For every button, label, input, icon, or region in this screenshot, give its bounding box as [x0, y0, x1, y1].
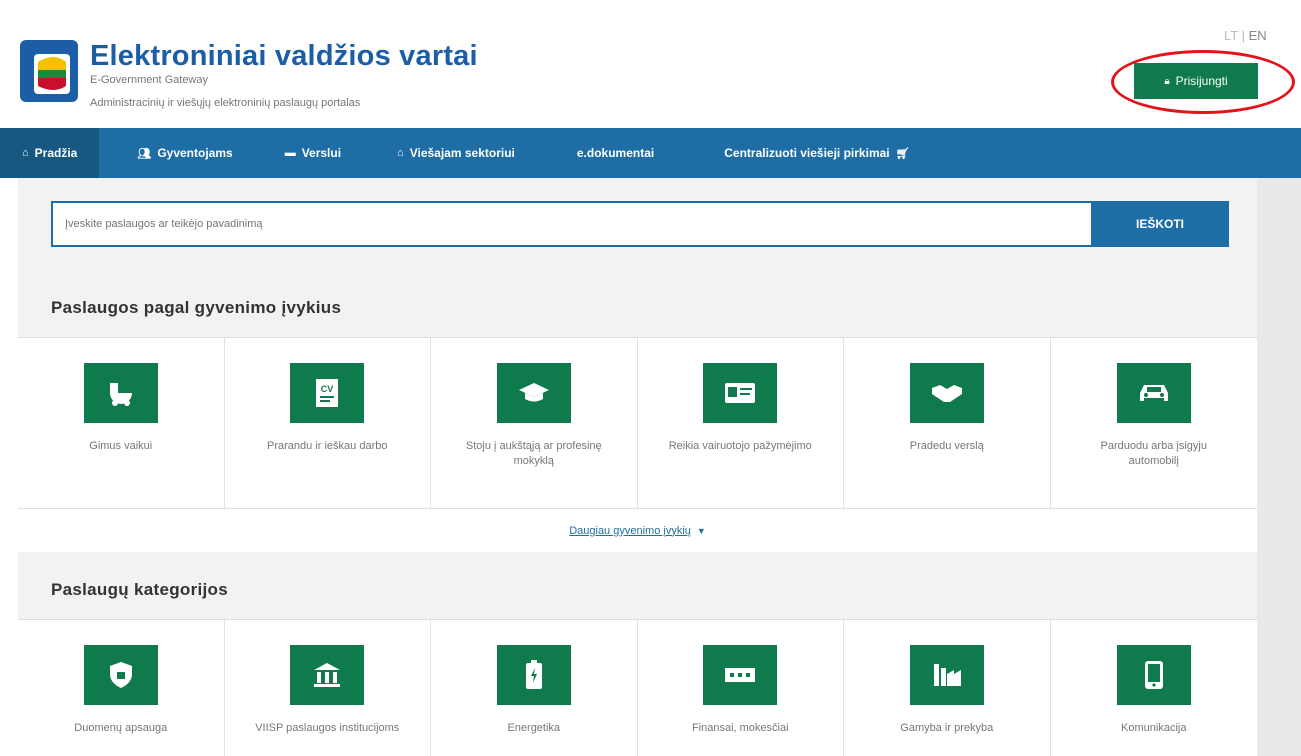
graduation-cap-icon: [496, 363, 571, 423]
more-life-events-link[interactable]: Daugiau gyvenimo įvykių: [569, 525, 691, 537]
shield-icon: [83, 645, 158, 705]
site-header: Elektroniniai valdžios vartai E-Governme…: [0, 0, 1301, 128]
handshake-icon: [909, 363, 984, 423]
life-event-tile[interactable]: Reikia vairuotojo pažymėjimo: [638, 338, 844, 508]
life-event-label: Parduodu arba įsigyju automobilį: [1100, 440, 1207, 467]
search-input[interactable]: [51, 201, 1091, 247]
life-events-title: Paslaugos pagal gyvenimo įvykius: [51, 298, 342, 317]
nav-item-home[interactable]: ⌂ Pradžia: [0, 128, 100, 178]
life-event-label: Stoju į aukštąją ar profesinę mokyklą: [465, 440, 602, 467]
nav-item-label: Verslui: [301, 146, 342, 160]
language-switcher: LT | EN: [1224, 28, 1267, 43]
login-button[interactable]: 🔒︎ Prisijungti: [1134, 63, 1258, 99]
nav-item-label: e.dokumentai: [576, 146, 655, 160]
svg-text:CV: CV: [321, 384, 334, 394]
site-subtitle: E-Government Gateway: [90, 74, 208, 86]
category-tile[interactable]: Gamyba ir prekyba: [844, 620, 1051, 756]
stroller-icon: [83, 363, 158, 423]
site-title[interactable]: Elektroniniai valdžios vartai: [90, 40, 478, 73]
nav-item-label: Pradžia: [34, 146, 78, 160]
battery-icon: [496, 645, 571, 705]
nav-item-label: Viešajam sektoriui: [409, 146, 515, 160]
money-icon: [703, 645, 778, 705]
search-button[interactable]: IEŠKOTI: [1091, 201, 1229, 247]
category-label: Energetika: [507, 722, 561, 734]
login-button-label: Prisijungti: [1175, 74, 1228, 88]
category-tile[interactable]: VIISP paslaugos institucijoms: [225, 620, 431, 756]
category-label: Duomenų apsauga: [74, 722, 168, 734]
category-label: VIISP paslaugos institucijoms: [255, 722, 400, 734]
nav-item-public-sector[interactable]: ⌂ Viešajam sektoriui: [363, 128, 537, 178]
category-label: Komunikacija: [1121, 722, 1187, 734]
categories-title: Paslaugų kategorijos: [51, 580, 228, 599]
life-event-label: Pradedu verslą: [909, 440, 984, 452]
more-life-events-row: Daugiau gyvenimo įvykių ▼: [18, 508, 1257, 552]
lang-lt-link[interactable]: LT: [1224, 28, 1238, 43]
chevron-down-icon[interactable]: ▼: [697, 526, 706, 536]
life-event-tile[interactable]: Stoju į aukštąją ar profesinę mokyklą: [431, 338, 638, 508]
cart-icon: 🛒︎: [895, 147, 910, 160]
home-icon: ⌂: [22, 147, 29, 159]
life-events-grid: Gimus vaikui CV Prarandu ir ieškau darbo…: [18, 337, 1257, 508]
lock-icon: 🔒︎: [1164, 75, 1170, 87]
people-icon: 👥︎: [137, 147, 152, 160]
nav-item-edocuments[interactable]: e.dokumentai: [537, 128, 676, 178]
search-bar: IEŠKOTI: [51, 201, 1229, 247]
category-tile[interactable]: Energetika: [431, 620, 638, 756]
nav-item-residents[interactable]: 👥︎ Gyventojams: [99, 128, 254, 178]
life-event-label: Reikia vairuotojo pažymėjimo: [668, 440, 812, 452]
life-event-label: Prarandu ir ieškau darbo: [267, 440, 388, 452]
car-icon: [1116, 363, 1191, 423]
life-event-tile[interactable]: Pradedu verslą: [844, 338, 1051, 508]
factory-icon: [909, 645, 984, 705]
main-content: IEŠKOTI Paslaugos pagal gyvenimo įvykius…: [18, 178, 1257, 756]
nav-item-label: Gyventojams: [157, 146, 233, 160]
life-event-tile[interactable]: Gimus vaikui: [18, 338, 225, 508]
phone-icon: [1116, 645, 1191, 705]
page-margin: [1257, 178, 1301, 756]
category-label: Gamyba ir prekyba: [900, 722, 994, 734]
nav-item-label: Centralizuoti viešieji pirkimai: [724, 146, 890, 160]
briefcase-icon: ▬: [284, 147, 296, 159]
categories-grid: Duomenų apsauga VIISP paslaugos instituc…: [18, 619, 1257, 756]
main-nav: ⌂ Pradžia 👥︎ Gyventojams ▬ Verslui ⌂ Vie…: [0, 128, 1301, 178]
category-label: Finansai, mokesčiai: [691, 722, 789, 734]
life-event-tile[interactable]: Parduodu arba įsigyju automobilį: [1051, 338, 1258, 508]
site-description: Administracinių ir viešųjų elektroninių …: [90, 97, 361, 109]
life-event-label: Gimus vaikui: [89, 440, 153, 452]
cv-icon: CV: [290, 363, 365, 423]
category-tile[interactable]: Duomenų apsauga: [18, 620, 225, 756]
lang-en-link[interactable]: EN: [1249, 28, 1267, 43]
nav-item-procurement[interactable]: Centralizuoti viešieji pirkimai 🛒︎: [676, 128, 931, 178]
bank-icon: [290, 645, 365, 705]
lang-divider: |: [1241, 28, 1245, 43]
id-card-icon: [703, 363, 778, 423]
logo-icon[interactable]: [20, 40, 78, 102]
category-tile[interactable]: Komunikacija: [1051, 620, 1258, 756]
institution-icon: ⌂: [397, 147, 404, 159]
life-event-tile[interactable]: CV Prarandu ir ieškau darbo: [225, 338, 431, 508]
category-tile[interactable]: Finansai, mokesčiai: [638, 620, 844, 756]
nav-item-business[interactable]: ▬ Verslui: [255, 128, 363, 178]
